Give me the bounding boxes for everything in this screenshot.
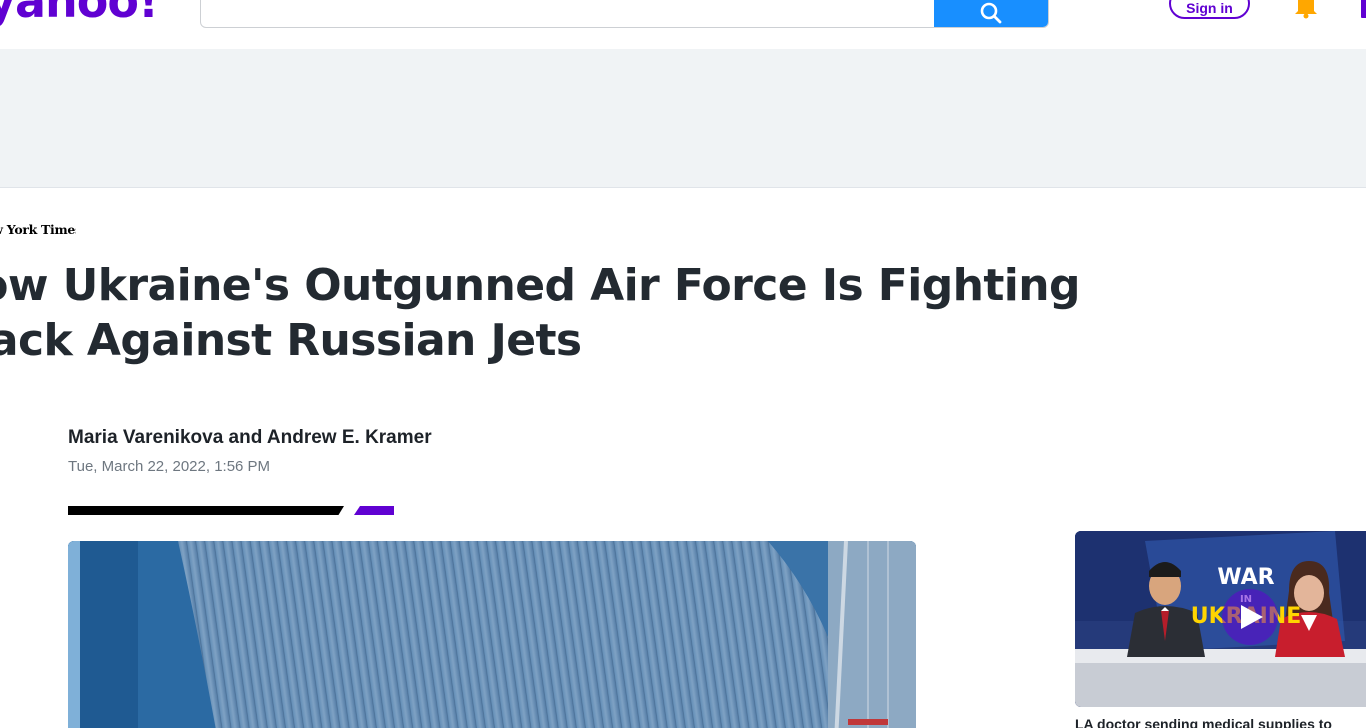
hangar-photo	[68, 541, 916, 728]
headline-line-1: How Ukraine's Outgunned Air Force Is Fig…	[0, 260, 1080, 311]
video-caption-link[interactable]: LA doctor sending medical supplies to	[1075, 716, 1366, 728]
headline-line-2: Back Against Russian Jets	[0, 315, 582, 366]
article-hero-image	[68, 541, 916, 728]
search-box	[200, 0, 1049, 28]
share-bar-dark-segment	[68, 506, 344, 515]
svg-text:WAR: WAR	[1217, 565, 1274, 590]
search-button[interactable]	[934, 0, 1048, 27]
search-icon	[980, 2, 1002, 24]
svg-text:The New York Times: The New York Times	[0, 222, 76, 237]
yahoo-logo[interactable]: yahoo!	[0, 0, 159, 24]
share-bar	[68, 506, 398, 516]
publisher-logo[interactable]: The New York Times	[0, 221, 82, 243]
search-input[interactable]	[201, 0, 935, 27]
share-bar-accent-segment	[354, 506, 394, 515]
bell-icon[interactable]	[1290, 0, 1322, 22]
mail-icon[interactable]	[1361, 0, 1366, 18]
article-headline: How Ukraine's Outgunned Air Force Is Fig…	[0, 258, 1080, 368]
sign-in-button[interactable]: Sign in	[1169, 0, 1250, 19]
article-date: Tue, March 22, 2022, 1:56 PM	[68, 458, 271, 475]
article-author[interactable]: Maria Varenikova and Andrew E. Kramer	[68, 427, 432, 449]
page: yahoo! Sign in The New York Times How Uk…	[0, 0, 1366, 728]
publisher-wordmark: The New York Times	[0, 222, 82, 237]
news-anchor-scene: WAR IN UKRAINE	[1075, 531, 1366, 707]
ad-banner	[0, 49, 1366, 188]
header-bar: yahoo! Sign in	[0, 0, 1366, 49]
video-thumbnail[interactable]: WAR IN UKRAINE	[1075, 531, 1366, 707]
